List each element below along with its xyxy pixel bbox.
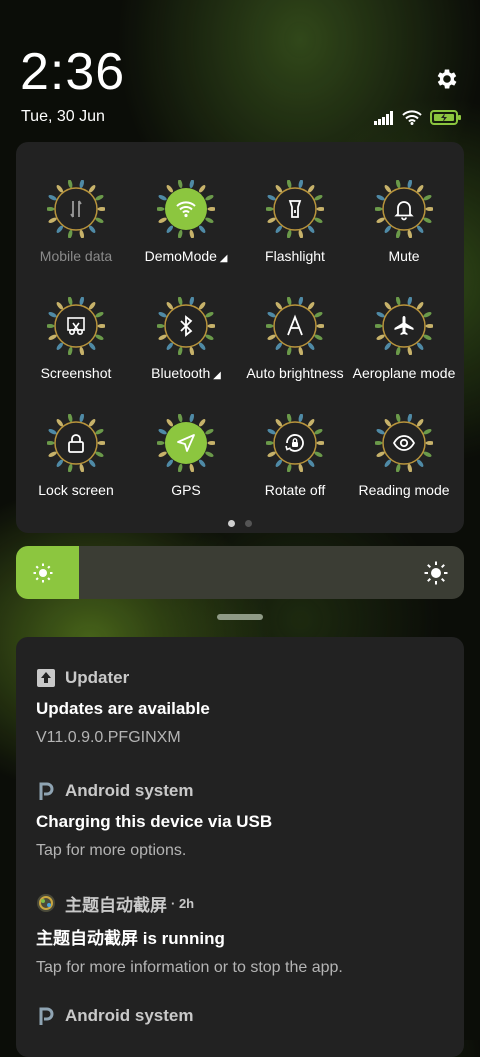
notification-body: Tap for more options. bbox=[36, 842, 187, 859]
tile-lock-screen[interactable]: Lock screen bbox=[21, 384, 131, 498]
tile-label: Auto brightness bbox=[246, 365, 344, 381]
wifi-icon bbox=[157, 180, 215, 238]
notification-card[interactable]: Android system Charging this device via … bbox=[36, 780, 444, 860]
auto-brightness-icon bbox=[266, 297, 324, 355]
battery-charging-icon bbox=[430, 110, 461, 125]
tile-label: Flashlight bbox=[265, 248, 325, 264]
notification-panel: Updater Updates are available V11.0.9.0.… bbox=[16, 637, 464, 1057]
updater-icon bbox=[37, 669, 55, 687]
notification-title: Updates are available bbox=[36, 699, 210, 718]
tile-rotate-off[interactable]: Rotate off bbox=[240, 384, 350, 498]
notification-body: Tap for more information or to stop the … bbox=[36, 959, 343, 976]
page-dot[interactable] bbox=[228, 520, 235, 527]
tile-screenshot[interactable]: Screenshot bbox=[21, 267, 131, 381]
flashlight-icon bbox=[266, 180, 324, 238]
tile-label: Reading mode bbox=[358, 482, 450, 498]
tile-label: Lock screen bbox=[38, 482, 114, 498]
notification-app-name: 主题自动截屏 bbox=[65, 895, 167, 915]
drag-handle[interactable] bbox=[217, 614, 263, 620]
tile-auto-brightness[interactable]: Auto brightness bbox=[240, 267, 350, 381]
clock[interactable]: 2:36 bbox=[20, 42, 125, 102]
eye-icon bbox=[375, 414, 433, 472]
tile-flashlight[interactable]: Flashlight bbox=[240, 150, 350, 264]
expand-indicator-icon: ◢ bbox=[216, 253, 228, 264]
tile-label: Bluetooth ◢ bbox=[151, 365, 221, 381]
signal-icon bbox=[374, 110, 393, 125]
expand-indicator-icon: ◢ bbox=[210, 370, 221, 381]
gear-icon[interactable] bbox=[434, 66, 460, 92]
tile-reading-mode[interactable]: Reading mode bbox=[349, 384, 459, 498]
tile-demomode[interactable]: DemoMode ◢ bbox=[131, 150, 241, 264]
page-indicator bbox=[16, 520, 464, 527]
theme-app-icon bbox=[37, 894, 55, 912]
tile-label: Screenshot bbox=[40, 365, 112, 381]
lock-icon bbox=[47, 414, 105, 472]
tile-aeroplane-mode[interactable]: Aeroplane mode bbox=[349, 267, 459, 381]
notification-app-name: Updater bbox=[65, 668, 130, 687]
notification-app-name: Android system bbox=[65, 781, 194, 800]
airplane-icon bbox=[375, 297, 433, 355]
android-system-icon bbox=[39, 782, 54, 800]
system-icons bbox=[374, 110, 462, 125]
scissors-icon bbox=[47, 297, 105, 355]
page-dot[interactable] bbox=[245, 520, 252, 527]
notification-body: V11.0.9.0.PFGINXM bbox=[36, 729, 181, 746]
tile-label: Rotate off bbox=[264, 482, 326, 498]
mobile-data-icon bbox=[47, 180, 105, 238]
tile-label: Mobile data bbox=[39, 248, 113, 264]
tile-label: Mute bbox=[388, 248, 420, 264]
notification-title: Charging this device via USB bbox=[36, 812, 273, 831]
tile-label: DemoMode ◢ bbox=[144, 248, 228, 264]
notification-app-name: Android system bbox=[65, 1006, 194, 1025]
rotate-lock-icon bbox=[266, 414, 324, 472]
notification-card[interactable]: 主题自动截屏 · 2h 主题自动截屏 is running Tap for mo… bbox=[36, 892, 444, 977]
brightness-high-icon bbox=[424, 561, 448, 585]
tile-bluetooth[interactable]: Bluetooth ◢ bbox=[131, 267, 241, 381]
tile-mobile-data[interactable]: Mobile data bbox=[21, 150, 131, 264]
android-system-icon bbox=[39, 1007, 54, 1025]
notification-time: · 2h bbox=[171, 895, 195, 911]
bluetooth-icon bbox=[157, 297, 215, 355]
tile-label: GPS bbox=[171, 482, 201, 498]
notification-card[interactable]: Updater Updates are available V11.0.9.0.… bbox=[36, 667, 444, 747]
date[interactable]: Tue, 30 Jun bbox=[21, 108, 105, 126]
notification-card[interactable]: Android system bbox=[36, 1005, 444, 1027]
tile-label: Aeroplane mode bbox=[352, 365, 456, 381]
tile-mute[interactable]: Mute bbox=[349, 150, 459, 264]
bell-icon bbox=[375, 180, 433, 238]
status-header: 2:36 Tue, 30 Jun bbox=[0, 0, 480, 135]
location-arrow-icon bbox=[157, 414, 215, 472]
wifi-icon bbox=[402, 110, 422, 125]
brightness-slider[interactable] bbox=[16, 546, 464, 599]
quick-settings-panel: Mobile data DemoMode ◢ Flashlight Mute Scree… bbox=[16, 142, 464, 533]
notification-title: 主题自动截屏 is running bbox=[36, 929, 225, 948]
brightness-low-icon bbox=[33, 563, 53, 583]
tile-gps[interactable]: GPS bbox=[131, 384, 241, 498]
